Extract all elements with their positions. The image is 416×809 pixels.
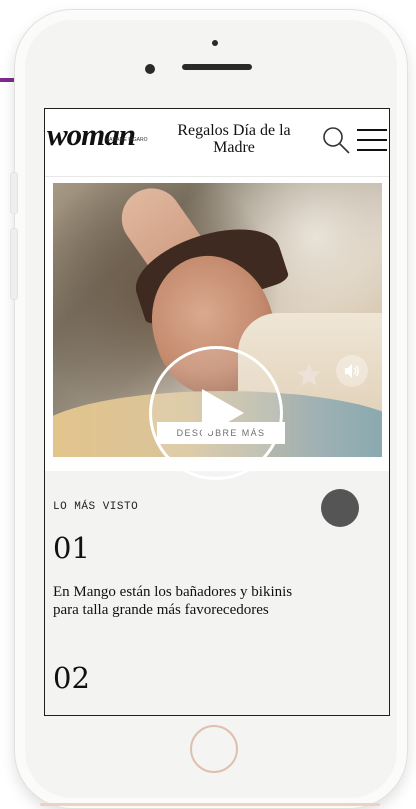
site-header: woman MADAME FIGARO Regalos Día de la Ma… bbox=[45, 109, 389, 177]
header-divider bbox=[45, 176, 389, 177]
search-icon[interactable] bbox=[321, 125, 351, 155]
star-icon bbox=[295, 361, 323, 389]
site-logo[interactable]: woman bbox=[47, 117, 136, 153]
phone-bottom-edge bbox=[40, 803, 380, 806]
site-logo-subtext: MADAME FIGARO bbox=[105, 137, 148, 143]
article-title-link[interactable]: En Mango están los bañadores y bikinis p… bbox=[53, 583, 303, 619]
menu-icon[interactable] bbox=[357, 127, 387, 153]
phone-side-button bbox=[10, 228, 18, 300]
most-viewed-section: LO MÁS VISTO 01 En Mango están los bañad… bbox=[45, 471, 389, 715]
floating-dot[interactable] bbox=[321, 489, 359, 527]
phone-side-button bbox=[10, 172, 18, 214]
phone-camera bbox=[145, 64, 155, 74]
play-icon bbox=[202, 389, 244, 437]
rank-number: 02 bbox=[53, 661, 90, 695]
phone-home-button[interactable] bbox=[190, 725, 238, 773]
page-title[interactable]: Regalos Día de la Madre bbox=[159, 122, 309, 156]
phone-speaker bbox=[182, 64, 252, 70]
phone-sensor bbox=[212, 40, 218, 46]
play-button[interactable] bbox=[149, 346, 283, 480]
rank-number: 01 bbox=[53, 531, 90, 565]
sound-button[interactable] bbox=[336, 355, 368, 387]
section-label: LO MÁS VISTO bbox=[53, 501, 139, 513]
sound-icon bbox=[345, 364, 359, 378]
